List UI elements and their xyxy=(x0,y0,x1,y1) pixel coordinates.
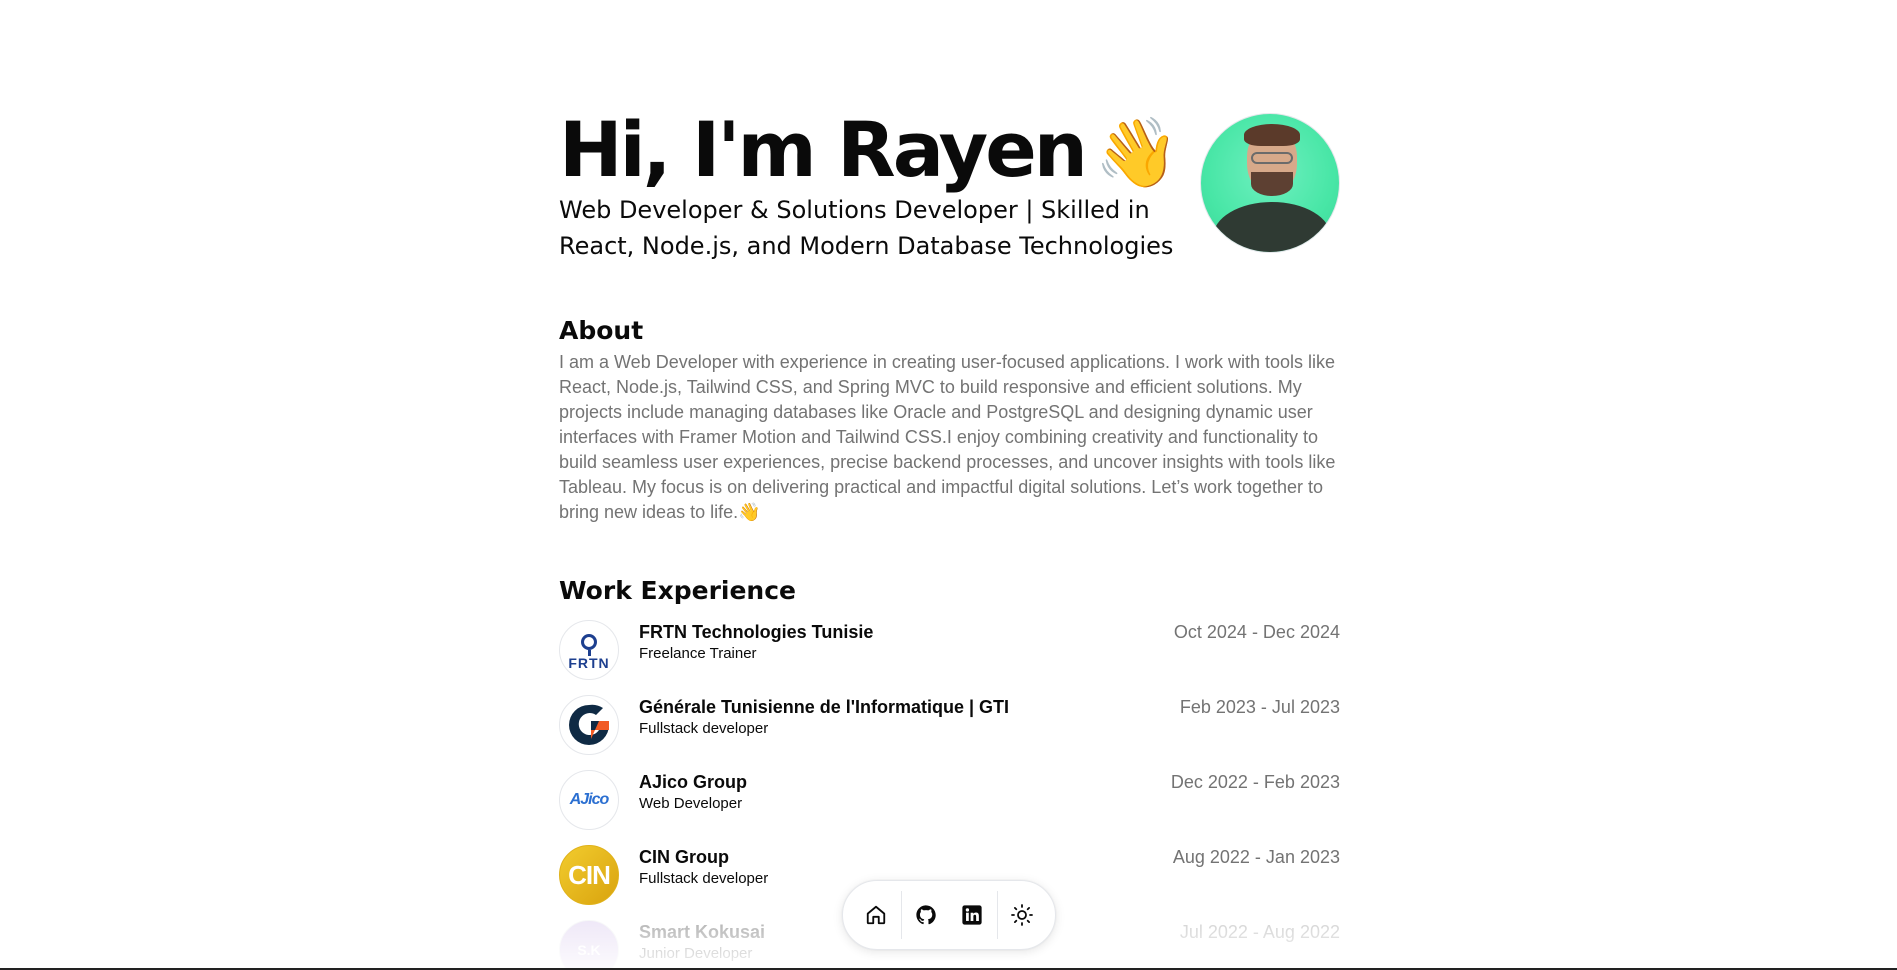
ajico-logo-text: AJico xyxy=(569,791,610,808)
company-name: Générale Tunisienne de l'Informatique | … xyxy=(639,697,1010,717)
gti-logo-icon xyxy=(569,704,609,745)
wave-emoji: 👋 xyxy=(1094,114,1180,193)
company-logo-ajico: AJico xyxy=(559,770,619,830)
hero-title: Hi, I'm Rayen 👋 xyxy=(559,106,1180,198)
work-item[interactable]: Générale Tunisienne de l'Informatique | … xyxy=(559,695,1340,770)
home-icon xyxy=(867,905,886,925)
job-role: Web Developer xyxy=(639,795,743,812)
job-role: Fullstack developer xyxy=(639,720,769,737)
job-dates: Aug 2022 - Jan 2023 xyxy=(1172,847,1340,867)
work-item[interactable]: AJico AJico Group Web Developer Dec 2022… xyxy=(559,770,1340,845)
main-content: Hi, I'm Rayen 👋 Web Developer & Solutions… xyxy=(559,106,1340,970)
frtn-ring xyxy=(581,634,597,650)
work-title: Work Experience xyxy=(559,576,796,605)
job-role: Fullstack developer xyxy=(639,870,769,887)
about-text: I am a Web Developer with experience in … xyxy=(559,352,1336,522)
frtn-logo-text: FRTN xyxy=(568,655,610,671)
work-item[interactable]: FRTN FRTN Technologies Tunisie Freelance… xyxy=(559,620,1340,695)
sun-icon xyxy=(1010,904,1033,926)
company-name: AJico Group xyxy=(639,772,748,792)
avatar xyxy=(1200,113,1340,253)
job-dates: Feb 2023 - Jul 2023 xyxy=(1179,697,1340,717)
company-logo-sk: S.K xyxy=(559,920,619,970)
avatar-glasses xyxy=(1251,152,1293,164)
sk-logo-text: S.K xyxy=(577,942,601,958)
linkedin-icon xyxy=(962,905,982,925)
dock xyxy=(842,880,1056,950)
about-title: About xyxy=(559,316,644,345)
company-name: FRTN Technologies Tunisie xyxy=(639,622,874,642)
company-logo-frtn: FRTN xyxy=(559,620,619,680)
avatar-beard xyxy=(1251,172,1293,196)
about-section: About I am a Web Developer with experien… xyxy=(559,316,1340,525)
hero-subtitle: Web Developer & Solutions Developer | Sk… xyxy=(559,196,1174,260)
cin-logo-text: CIN xyxy=(568,859,611,890)
company-name: Smart Kokusai xyxy=(639,922,766,942)
company-logo-cin: CIN xyxy=(559,845,619,905)
dock-separator xyxy=(996,891,998,939)
home-button[interactable] xyxy=(853,890,900,940)
company-logo-gti xyxy=(559,695,619,755)
avatar-hair xyxy=(1244,124,1300,146)
github-icon xyxy=(916,905,936,925)
github-button[interactable] xyxy=(902,890,949,940)
job-dates: Dec 2022 - Feb 2023 xyxy=(1170,772,1340,792)
job-dates: Oct 2024 - Dec 2024 xyxy=(1173,622,1340,642)
hero-section: Hi, I'm Rayen 👋 Web Developer & Solutions… xyxy=(559,106,1340,276)
avatar-body xyxy=(1213,202,1331,252)
company-name: CIN Group xyxy=(639,847,729,867)
theme-toggle-button[interactable] xyxy=(998,890,1045,940)
job-role: Freelance Trainer xyxy=(639,645,757,662)
job-dates: Jul 2022 - Aug 2022 xyxy=(1179,922,1340,942)
job-role: Junior Developer xyxy=(639,945,753,962)
dock-separator xyxy=(900,891,902,939)
hero-title-text: Hi, I'm Rayen xyxy=(559,105,1088,194)
linkedin-button[interactable] xyxy=(949,890,996,940)
